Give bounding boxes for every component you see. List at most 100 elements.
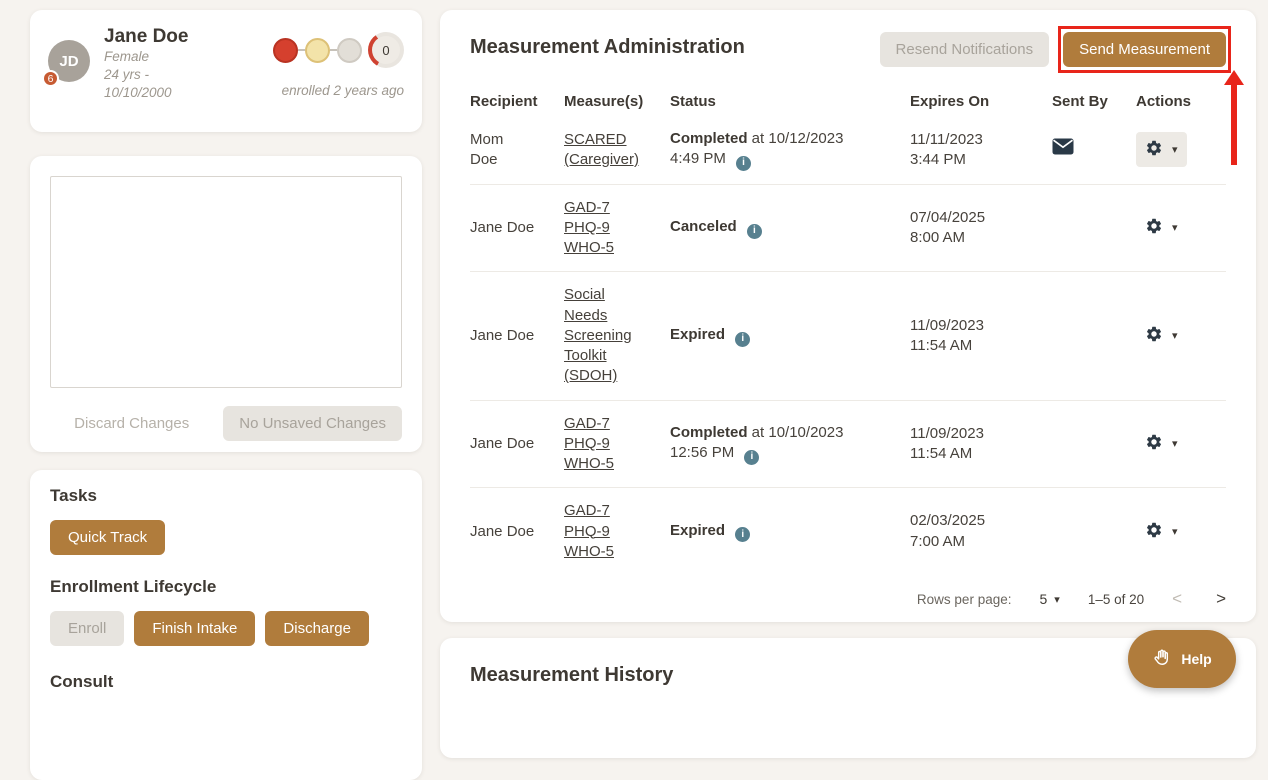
column-header-actions: Actions bbox=[1136, 93, 1228, 110]
expires-cell: 11/11/20233:44 PM bbox=[910, 130, 1038, 171]
status-cell: Canceled i bbox=[670, 217, 896, 238]
quick-track-button[interactable]: Quick Track bbox=[50, 520, 165, 555]
discharge-button[interactable]: Discharge bbox=[265, 611, 369, 646]
rows-per-page-label: Rows per page: bbox=[917, 592, 1012, 607]
enroll-button: Enroll bbox=[50, 611, 124, 646]
gear-icon bbox=[1145, 139, 1163, 160]
measures-cell: GAD-7PHQ-9WHO-5 bbox=[564, 414, 656, 475]
status-dot-yellow-icon[interactable] bbox=[305, 38, 330, 63]
info-icon[interactable]: i bbox=[735, 332, 750, 347]
caret-down-icon: ▾ bbox=[1172, 329, 1178, 342]
column-header-measures: Measure(s) bbox=[564, 93, 656, 110]
tasks-heading: Tasks bbox=[50, 486, 402, 506]
measure-link[interactable]: WHO-5 bbox=[564, 542, 656, 562]
table-row: MomDoe SCARED(Caregiver) Completed at 10/1… bbox=[470, 116, 1226, 184]
caret-down-icon: ▾ bbox=[1172, 143, 1178, 156]
finish-intake-button[interactable]: Finish Intake bbox=[134, 611, 255, 646]
gear-icon bbox=[1145, 217, 1163, 238]
measure-link[interactable]: SCARED(Caregiver) bbox=[564, 130, 656, 171]
info-icon[interactable]: i bbox=[736, 156, 751, 171]
info-icon[interactable]: i bbox=[744, 450, 759, 465]
measure-link[interactable]: WHO-5 bbox=[564, 454, 656, 474]
send-measurement-button[interactable]: Send Measurement bbox=[1063, 32, 1226, 67]
measure-link[interactable]: SocialNeedsScreeningToolkit(SDOH) bbox=[564, 285, 656, 386]
expires-cell: 11/09/202311:54 AM bbox=[910, 316, 1038, 357]
expires-cell: 07/04/20258:00 AM bbox=[910, 208, 1038, 249]
avatar-badge: 6 bbox=[42, 70, 59, 87]
measure-link[interactable]: WHO-5 bbox=[564, 238, 656, 258]
table-row: Jane Doe GAD-7PHQ-9WHO-5 Completed at 10/1… bbox=[470, 400, 1226, 488]
row-actions-button[interactable]: ▾ bbox=[1136, 318, 1187, 353]
row-actions-button[interactable]: ▾ bbox=[1136, 132, 1187, 167]
sent-by-cell bbox=[1052, 138, 1122, 161]
measure-link[interactable]: PHQ-9 bbox=[564, 218, 656, 238]
measurement-table-body: MomDoe SCARED(Caregiver) Completed at 10/1… bbox=[470, 116, 1226, 575]
measure-link[interactable]: PHQ-9 bbox=[564, 522, 656, 542]
recipient-cell: MomDoe bbox=[470, 130, 550, 171]
row-actions-button[interactable]: ▾ bbox=[1136, 210, 1187, 245]
actions-cell: ▾ bbox=[1136, 210, 1228, 245]
measurement-administration-title: Measurement Administration bbox=[470, 36, 745, 59]
measurement-administration-card: Measurement Administration Resend Notifi… bbox=[440, 10, 1256, 622]
enrolled-note: enrolled 2 years ago bbox=[282, 83, 404, 98]
measurement-history-title: Measurement History bbox=[470, 664, 1226, 687]
actions-cell: ▾ bbox=[1136, 426, 1228, 461]
dot-connector bbox=[298, 49, 305, 51]
avatar: JD 6 bbox=[48, 40, 92, 84]
sketch-canvas[interactable] bbox=[50, 176, 402, 388]
table-row: Jane Doe GAD-7PHQ-9WHO-5 Expired i 02/03/20… bbox=[470, 487, 1226, 575]
patient-age: 24 yrs - bbox=[104, 66, 224, 84]
status-cell: Expired i bbox=[670, 521, 896, 542]
table-row: Jane DoeSocialNeedsScreeningToolkit(SDOH… bbox=[470, 271, 1226, 399]
help-button[interactable]: Help bbox=[1128, 630, 1236, 688]
measures-cell: SCARED(Caregiver) bbox=[564, 130, 656, 171]
status-dot-red-icon[interactable] bbox=[273, 38, 298, 63]
status-cell: Expired i bbox=[670, 325, 896, 346]
recipient-cell: Jane Doe bbox=[470, 218, 550, 238]
rows-per-page-select[interactable]: 5 ▾ bbox=[1039, 591, 1059, 607]
notes-card: Discard Changes No Unsaved Changes bbox=[30, 156, 422, 452]
measure-link[interactable]: GAD-7 bbox=[564, 198, 656, 218]
expires-cell: 02/03/20257:00 AM bbox=[910, 511, 1038, 552]
measures-cell: GAD-7PHQ-9WHO-5 bbox=[564, 501, 656, 562]
measures-cell: GAD-7PHQ-9WHO-5 bbox=[564, 198, 656, 259]
column-header-recipient: Recipient bbox=[470, 93, 550, 110]
mail-icon bbox=[1052, 142, 1074, 159]
patient-summary-card: JD 6 Jane Doe Female 24 yrs - 10/10/2000… bbox=[30, 10, 422, 132]
measures-cell: SocialNeedsScreeningToolkit(SDOH) bbox=[564, 285, 656, 386]
discard-changes-button[interactable]: Discard Changes bbox=[74, 415, 189, 432]
status-dots: 0 bbox=[273, 32, 404, 68]
measure-link[interactable]: GAD-7 bbox=[564, 501, 656, 521]
table-header: Recipient Measure(s) Status Expires On S… bbox=[470, 93, 1226, 116]
prev-page-icon[interactable]: < bbox=[1172, 589, 1182, 609]
next-page-icon[interactable]: > bbox=[1216, 589, 1226, 609]
caret-down-icon: ▾ bbox=[1172, 221, 1178, 234]
actions-cell: ▾ bbox=[1136, 514, 1228, 549]
column-header-status: Status bbox=[670, 93, 896, 110]
pagination-range: 1–5 of 20 bbox=[1088, 592, 1144, 607]
actions-cell: ▾ bbox=[1136, 132, 1228, 167]
tasks-card: Tasks Quick Track Enrollment Lifecycle E… bbox=[30, 470, 422, 780]
caret-down-icon: ▾ bbox=[1172, 525, 1178, 538]
row-actions-button[interactable]: ▾ bbox=[1136, 514, 1187, 549]
expires-cell: 11/09/202311:54 AM bbox=[910, 424, 1038, 465]
recipient-cell: Jane Doe bbox=[470, 434, 550, 454]
gear-icon bbox=[1145, 325, 1163, 346]
status-cell: Completed at 10/12/20234:49 PM i bbox=[670, 129, 896, 171]
gear-icon bbox=[1145, 521, 1163, 542]
info-icon[interactable]: i bbox=[747, 224, 762, 239]
row-actions-button[interactable]: ▾ bbox=[1136, 426, 1187, 461]
status-cell: Completed at 10/10/202312:56 PM i bbox=[670, 423, 896, 465]
resend-notifications-button: Resend Notifications bbox=[880, 32, 1050, 67]
status-dot-gray-icon[interactable] bbox=[337, 38, 362, 63]
measure-link[interactable]: PHQ-9 bbox=[564, 434, 656, 454]
patient-dob: 10/10/2000 bbox=[104, 84, 224, 102]
measure-link[interactable]: GAD-7 bbox=[564, 414, 656, 434]
waving-hand-icon bbox=[1152, 648, 1172, 671]
info-icon[interactable]: i bbox=[735, 527, 750, 542]
score-gauge-value: 0 bbox=[372, 36, 400, 64]
enrollment-lifecycle-heading: Enrollment Lifecycle bbox=[50, 577, 402, 597]
caret-down-icon: ▾ bbox=[1054, 593, 1060, 606]
column-header-sentby: Sent By bbox=[1052, 93, 1122, 110]
recipient-cell: Jane Doe bbox=[470, 522, 550, 542]
